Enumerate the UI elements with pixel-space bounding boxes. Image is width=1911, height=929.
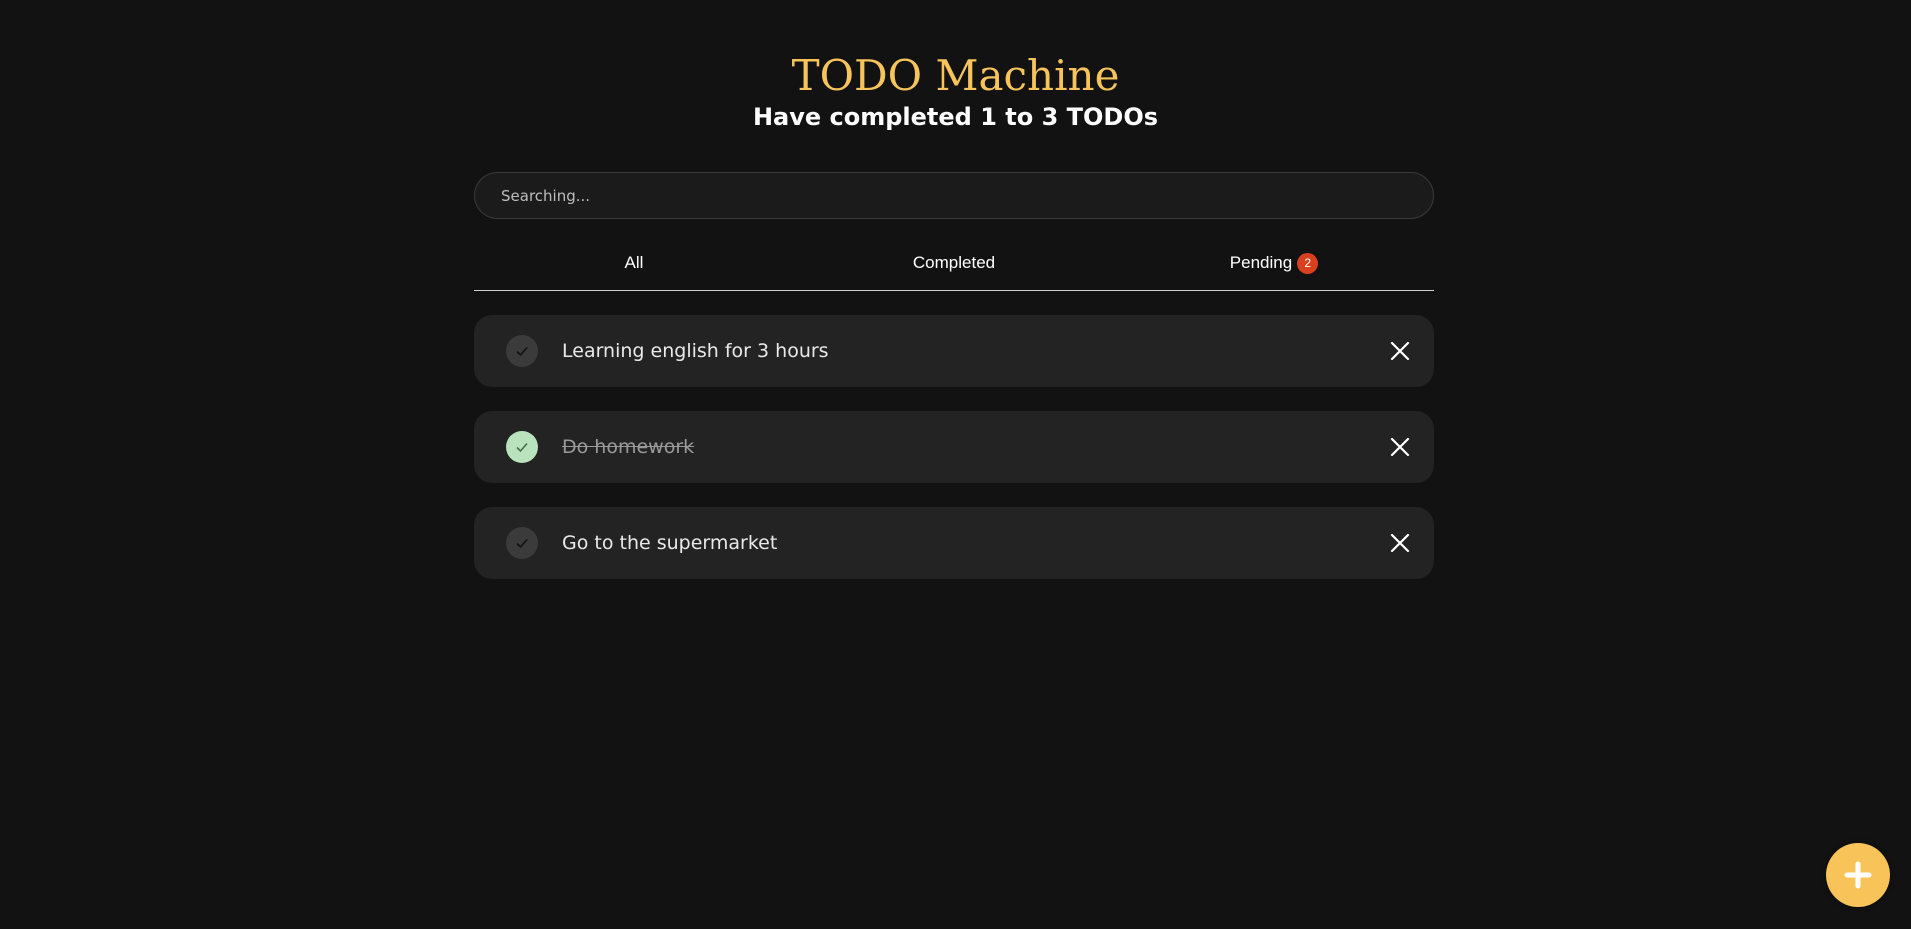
todo-item: Do homework xyxy=(474,411,1434,483)
tab-label: All xyxy=(624,253,644,272)
tab-all[interactable]: All xyxy=(474,246,794,290)
filter-tabs: All Completed Pending 2 xyxy=(474,246,1434,291)
tab-completed[interactable]: Completed xyxy=(794,246,1114,290)
check-icon xyxy=(516,538,528,549)
delete-button[interactable] xyxy=(1388,339,1412,363)
completion-counter: Have completed 1 to 3 TODOs xyxy=(752,103,1159,131)
delete-button[interactable] xyxy=(1388,435,1412,459)
tab-label: Pending xyxy=(1229,253,1293,272)
add-todo-button[interactable] xyxy=(1826,843,1890,907)
check-icon xyxy=(516,346,528,357)
todo-list: Learning english for 3 hours Do homework xyxy=(474,315,1434,603)
complete-toggle[interactable] xyxy=(506,335,538,367)
tab-label: Completed xyxy=(912,253,996,272)
todo-item: Go to the supermarket xyxy=(474,507,1434,579)
todo-item: Learning english for 3 hours xyxy=(474,315,1434,387)
complete-toggle[interactable] xyxy=(506,431,538,463)
todo-text: Do homework xyxy=(562,436,695,458)
page-title: TODO Machine xyxy=(791,51,1120,100)
delete-button[interactable] xyxy=(1388,531,1412,555)
close-icon xyxy=(1390,341,1410,361)
complete-toggle[interactable] xyxy=(506,527,538,559)
todo-text: Go to the supermarket xyxy=(562,532,778,554)
todo-app: TODO Machine Have completed 1 to 3 TODOs… xyxy=(0,0,1911,929)
pending-count-badge: 2 xyxy=(1297,252,1319,274)
search-input[interactable] xyxy=(474,172,1434,219)
todo-text: Learning english for 3 hours xyxy=(562,340,829,362)
plus-icon xyxy=(1844,861,1872,889)
close-icon xyxy=(1390,437,1410,457)
header: TODO Machine Have completed 1 to 3 TODOs xyxy=(0,50,1911,132)
close-icon xyxy=(1390,533,1410,553)
tab-pending[interactable]: Pending 2 xyxy=(1114,246,1434,290)
check-icon xyxy=(516,442,528,453)
